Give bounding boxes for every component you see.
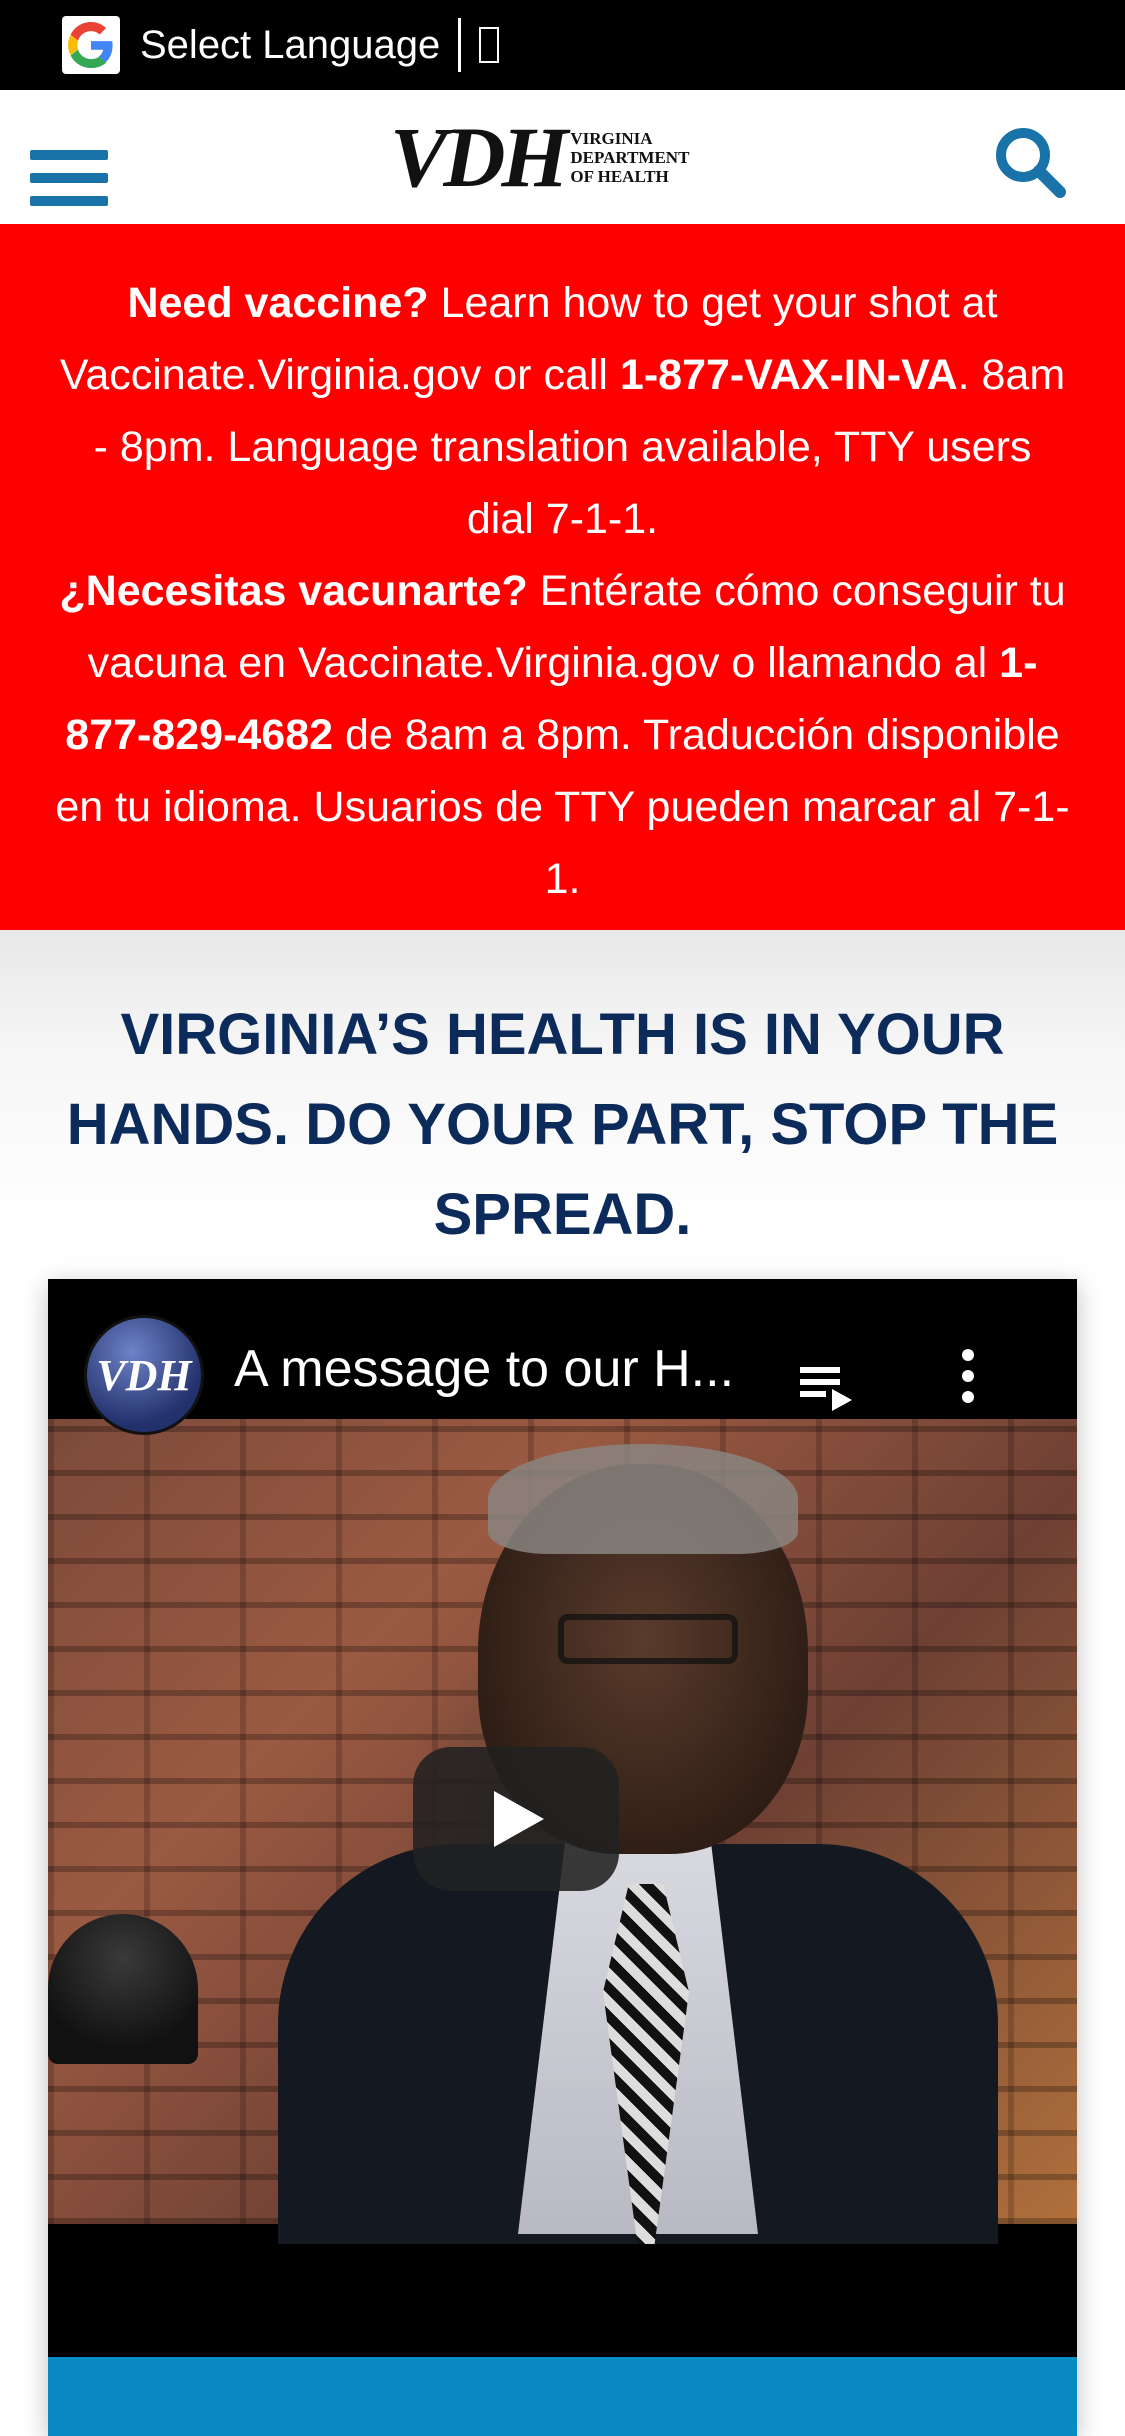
vdh-logo-text: VIRGINIA DEPARTMENT OF HEALTH bbox=[570, 128, 690, 186]
alert-english: Need vaccine? Learn how to get your shot… bbox=[59, 279, 1066, 543]
lamp-shape bbox=[48, 1914, 198, 2064]
google-icon bbox=[62, 16, 120, 74]
vdh-logo[interactable]: VDH VIRGINIA DEPARTMENT OF HEALTH bbox=[390, 109, 740, 205]
vdh-logo-mark: VDH bbox=[390, 109, 568, 205]
language-selector-bar[interactable]: Select Language bbox=[0, 0, 1125, 90]
vax-phone-link[interactable]: 1-877-VAX-IN-VA bbox=[620, 351, 958, 399]
channel-avatar[interactable]: VDH bbox=[84, 1315, 204, 1435]
playlist-icon[interactable] bbox=[800, 1361, 856, 1413]
speaker-hair-shape bbox=[488, 1444, 798, 1554]
play-button[interactable] bbox=[413, 1747, 619, 1891]
main-content: VIRGINIA’S HEALTH IS IN YOUR HANDS. DO Y… bbox=[0, 930, 1125, 2436]
hamburger-menu-icon[interactable] bbox=[30, 150, 108, 206]
glasses-shape bbox=[558, 1614, 738, 1664]
alert-spanish: ¿Necesitas vacunarte? Entérate cómo cons… bbox=[55, 567, 1070, 903]
menu-button[interactable] bbox=[0, 90, 122, 230]
vaccine-alert-banner: Need vaccine? Learn how to get your shot… bbox=[0, 224, 1125, 930]
video-title[interactable]: A message to our H... bbox=[234, 1339, 734, 1399]
play-icon bbox=[494, 1791, 544, 1847]
site-header: VDH VIRGINIA DEPARTMENT OF HEALTH bbox=[0, 90, 1125, 230]
page-headline: VIRGINIA’S HEALTH IS IN YOUR HANDS. DO Y… bbox=[66, 1002, 1059, 1247]
divider bbox=[458, 18, 462, 72]
dropdown-caret-icon[interactable] bbox=[479, 27, 500, 63]
blue-footer-bar bbox=[48, 2357, 1077, 2436]
search-icon[interactable] bbox=[990, 122, 1070, 202]
select-language-label[interactable]: Select Language bbox=[140, 23, 440, 68]
more-options-icon[interactable] bbox=[956, 1349, 980, 1409]
